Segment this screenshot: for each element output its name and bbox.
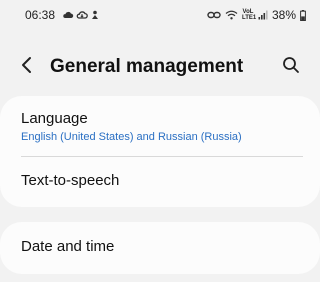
chevron-left-icon <box>20 56 34 79</box>
link-icon <box>207 10 221 20</box>
settings-card-datetime: Date and time <box>0 222 320 274</box>
text-to-speech-title: Text-to-speech <box>21 172 120 189</box>
language-summary: English (United States) and Russian (Rus… <box>21 131 242 143</box>
status-time: 06:38 <box>25 8 56 22</box>
language-title: Language <box>21 110 88 127</box>
date-and-time-setting[interactable]: Date and time <box>0 238 320 264</box>
divider <box>21 156 303 157</box>
notification-person-icon <box>90 10 100 20</box>
volte-icon: VoL LTE1 <box>241 9 257 21</box>
signal-icon <box>258 10 268 20</box>
search-button[interactable] <box>276 52 306 82</box>
date-and-time-title: Date and time <box>21 238 115 255</box>
cloud-sync-icon <box>76 10 88 20</box>
text-to-speech-setting[interactable]: Text-to-speech <box>0 172 320 198</box>
battery-level: 38% <box>271 8 296 22</box>
status-right: VoL LTE1 38% <box>207 8 306 22</box>
volte-label-bottom: LTE1 <box>241 15 257 21</box>
search-icon <box>282 56 300 79</box>
cloud-icon <box>62 10 74 20</box>
page-title: General management <box>50 56 244 77</box>
app-header: General management <box>0 38 320 96</box>
settings-card: Language English (United States) and Rus… <box>0 96 320 207</box>
wifi-icon <box>225 10 238 20</box>
language-setting[interactable]: Language English (United States) and Rus… <box>0 110 320 156</box>
back-button[interactable] <box>12 52 42 82</box>
status-left: 06:38 <box>25 8 100 22</box>
battery-icon <box>300 10 306 21</box>
status-bar: 06:38 VoL LTE1 38% <box>0 0 320 30</box>
